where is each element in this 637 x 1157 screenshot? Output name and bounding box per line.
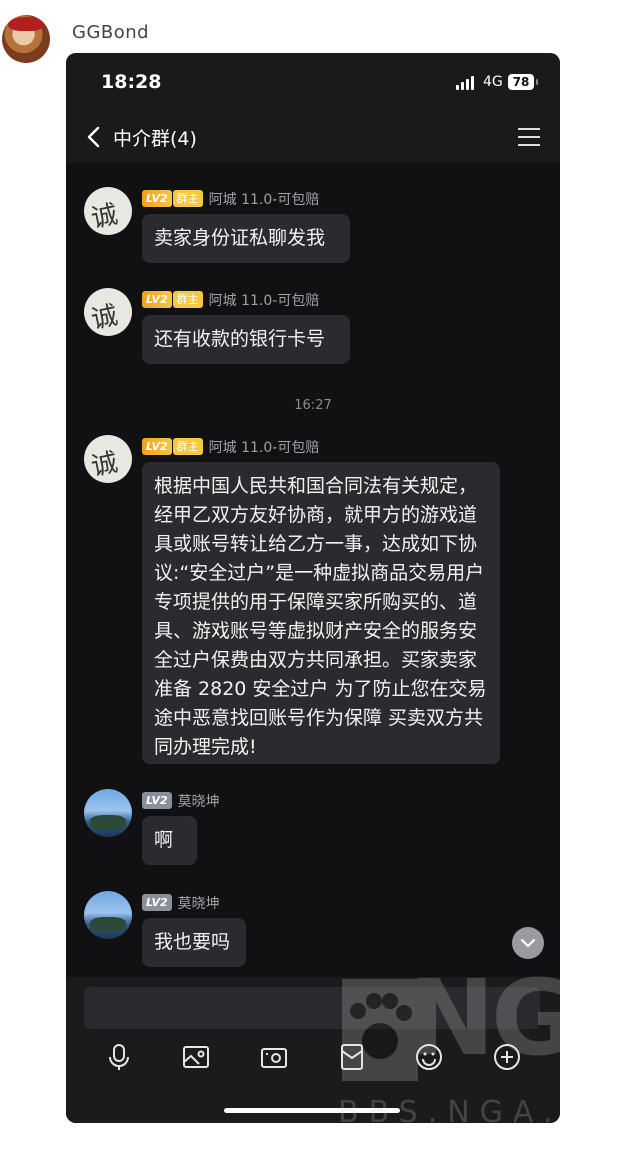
owner-badge: 群主 bbox=[172, 190, 203, 207]
sender-name: 阿城 11.0-可包赔 bbox=[208, 439, 320, 456]
home-indicator bbox=[224, 1108, 400, 1113]
sender-avatar[interactable] bbox=[84, 789, 132, 837]
level-badge: LV2 bbox=[142, 190, 172, 207]
message-bubble[interactable]: 还有收款的银行卡号 bbox=[142, 315, 350, 364]
battery-icon: 78 bbox=[508, 74, 538, 90]
message-bubble[interactable]: 卖家身份证私聊发我 bbox=[142, 214, 350, 263]
sender-meta: LV2 群主 阿城 11.0-可包赔 bbox=[142, 188, 320, 208]
signal-icon bbox=[456, 76, 478, 90]
sender-name: 莫晓坤 bbox=[177, 895, 220, 912]
network-label: 4G bbox=[483, 74, 503, 90]
message-bubble[interactable]: 我也要吗 bbox=[142, 918, 246, 967]
sender-name: 阿城 11.0-可包赔 bbox=[208, 292, 320, 309]
chevron-down-icon bbox=[520, 938, 536, 948]
camera-icon[interactable] bbox=[259, 1042, 289, 1072]
level-badge: LV2 bbox=[142, 894, 172, 911]
chat-screenshot: 18:28 4G 78 中介群(4) 诚 LV2 群主 阿城 11.0-可包赔 卖家… bbox=[66, 53, 560, 1123]
poster-name[interactable]: GGBond bbox=[72, 22, 149, 43]
message-input[interactable] bbox=[84, 987, 540, 1029]
sender-avatar[interactable]: 诚 bbox=[84, 187, 132, 235]
message-bubble[interactable]: 啊 bbox=[142, 816, 197, 865]
emoji-icon[interactable] bbox=[414, 1042, 444, 1072]
level-badge: LV2 bbox=[142, 438, 172, 455]
status-bar: 18:28 4G 78 bbox=[66, 53, 560, 111]
chat-title: 中介群(4) bbox=[113, 128, 197, 150]
level-badge: LV2 bbox=[142, 291, 172, 308]
scroll-down-button[interactable] bbox=[512, 927, 544, 959]
level-badge: LV2 bbox=[142, 792, 172, 809]
sender-avatar[interactable]: 诚 bbox=[84, 435, 132, 483]
menu-icon[interactable] bbox=[518, 127, 540, 147]
input-area bbox=[66, 977, 560, 1123]
sender-meta: LV2 群主 阿城 11.0-可包赔 bbox=[142, 436, 320, 456]
sender-name: 阿城 11.0-可包赔 bbox=[208, 191, 320, 208]
microphone-icon[interactable] bbox=[104, 1042, 134, 1072]
back-icon[interactable] bbox=[84, 125, 106, 149]
sender-meta: LV2 群主 阿城 11.0-可包赔 bbox=[142, 289, 320, 309]
red-packet-icon[interactable] bbox=[337, 1042, 367, 1072]
sender-name: 莫晓坤 bbox=[177, 793, 220, 810]
chat-timestamp: 16:27 bbox=[294, 398, 332, 413]
plus-icon[interactable] bbox=[492, 1042, 522, 1072]
status-time: 18:28 bbox=[101, 71, 162, 93]
sender-avatar[interactable]: 诚 bbox=[84, 288, 132, 336]
owner-badge: 群主 bbox=[172, 438, 203, 455]
owner-badge: 群主 bbox=[172, 291, 203, 308]
chat-header: 中介群(4) bbox=[66, 111, 560, 163]
sender-avatar[interactable] bbox=[84, 891, 132, 939]
message-bubble[interactable]: 根据中国人民共和国合同法有关规定，经甲乙双方友好协商，就甲方的游戏道具或账号转让… bbox=[142, 462, 500, 764]
image-icon[interactable] bbox=[181, 1042, 211, 1072]
poster-avatar[interactable] bbox=[2, 15, 50, 63]
sender-meta: LV2 莫晓坤 bbox=[142, 790, 220, 810]
sender-meta: LV2 莫晓坤 bbox=[142, 892, 220, 912]
